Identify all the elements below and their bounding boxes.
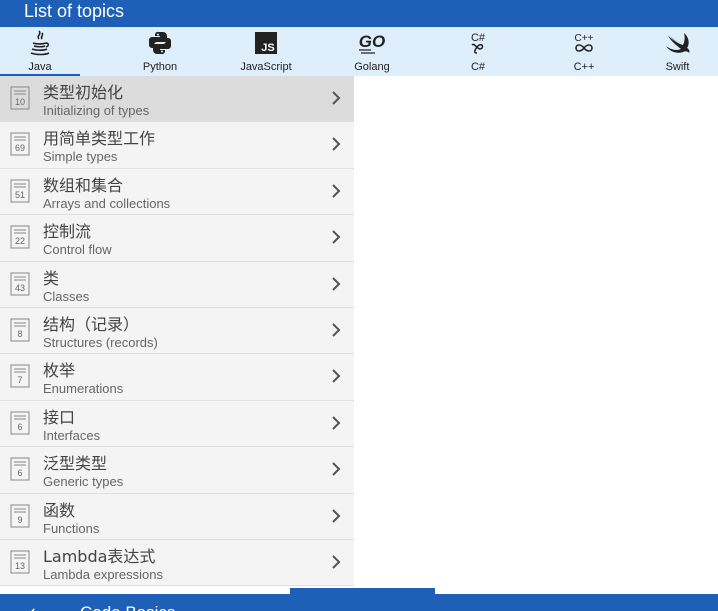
topic-count: 6 <box>17 468 23 479</box>
topic-title-en: Interfaces <box>43 427 101 443</box>
list-item[interactable]: 7 枚举 Enumerations <box>0 354 354 401</box>
topic-title-zh: 类 <box>43 268 60 288</box>
list-item[interactable]: 8 结构（记录） Structures (records) <box>0 307 354 355</box>
document-icon: 51 <box>10 179 30 203</box>
list-item[interactable]: 6 接口 Interfaces <box>0 400 354 448</box>
topic-count: 43 <box>14 282 25 293</box>
topic-title-en: Classes <box>43 288 90 304</box>
topic-title-zh: 结构（记录） <box>43 314 140 334</box>
document-icon: 43 <box>10 272 30 296</box>
tab-golang[interactable]: GO Golang <box>319 27 425 76</box>
topic-count: 22 <box>14 236 25 247</box>
topic-title-zh: 泛型类型 <box>43 454 108 474</box>
app-name: Code Basics <box>80 603 175 611</box>
topic-count: 51 <box>14 189 25 200</box>
chevron-right-icon <box>330 322 342 338</box>
topic-count: 7 <box>17 375 23 386</box>
topic-title-zh: 枚举 <box>43 361 76 381</box>
topic-title-en: Functions <box>43 520 100 536</box>
document-icon: 10 <box>10 86 30 110</box>
topic-title-en: Control flow <box>43 242 112 258</box>
tab-cpp[interactable]: C++ C++ <box>531 27 637 76</box>
topic-title-en: Lambda expressions <box>43 566 163 582</box>
back-arrow-icon[interactable]: ← <box>30 602 43 611</box>
svg-text:GO: GO <box>359 32 385 51</box>
tab-swift[interactable]: Swift <box>637 27 718 76</box>
chevron-right-icon <box>330 461 342 477</box>
document-icon: 6 <box>10 457 30 481</box>
topic-title-zh: 函数 <box>43 500 76 520</box>
document-icon: 7 <box>10 364 30 388</box>
topic-title-zh: 类型初始化 <box>43 83 124 102</box>
list-item[interactable]: 6 泛型类型 Generic types <box>0 447 354 494</box>
golang-icon: GO <box>319 29 425 57</box>
chevron-right-icon <box>330 276 342 292</box>
topic-list: 10 类型初始化 Initializing of types 69 用简单类型工… <box>0 76 354 587</box>
chevron-right-icon <box>330 90 342 106</box>
chevron-right-icon <box>330 136 342 152</box>
language-tabs: Java Python JS JavaScript GO Golang C# C… <box>0 27 718 76</box>
tab-label: C# <box>470 61 486 73</box>
list-item[interactable]: 43 类 Classes <box>0 261 354 308</box>
java-icon <box>0 29 80 57</box>
topic-title-en: Generic types <box>43 474 124 490</box>
page-title: List of topics <box>24 1 125 21</box>
bottom-app-bar: ← Code Basics <box>0 594 718 611</box>
topic-title-zh: 控制流 <box>43 222 92 242</box>
python-icon <box>107 29 213 57</box>
chevron-right-icon <box>330 415 342 431</box>
chevron-right-icon <box>330 508 342 524</box>
topic-title-en: Simple types <box>43 149 118 165</box>
list-item[interactable]: 10 类型初始化 Initializing of types <box>0 76 354 123</box>
topic-title-en: Arrays and collections <box>43 195 171 211</box>
csharp-icon: C# <box>425 29 531 57</box>
topic-title-zh: 接口 <box>43 407 76 427</box>
list-item[interactable]: 51 数组和集合 Arrays and collections <box>0 168 354 216</box>
list-item[interactable]: 22 控制流 Control flow <box>0 215 354 262</box>
tab-java[interactable]: Java <box>0 27 80 76</box>
topic-title-zh: Lambda表达式 <box>43 546 156 566</box>
list-item[interactable]: 13 Lambda表达式 Lambda expressions <box>0 539 354 587</box>
topic-title-en: Initializing of types <box>43 103 150 118</box>
topic-count: 6 <box>17 421 23 432</box>
topic-count: 69 <box>14 143 25 154</box>
chevron-right-icon <box>330 554 342 570</box>
tab-label: C++ <box>573 61 595 73</box>
document-icon: 8 <box>10 318 30 342</box>
top-app-bar: List of topics <box>0 0 718 27</box>
document-icon: 13 <box>10 550 30 574</box>
tab-python[interactable]: Python <box>107 27 213 76</box>
tab-label: Java <box>28 61 52 73</box>
tab-label: JavaScript <box>240 61 292 73</box>
svg-text:C#: C# <box>471 32 486 44</box>
list-item[interactable]: 69 用简单类型工作 Simple types <box>0 122 354 169</box>
tab-csharp[interactable]: C# C# <box>425 27 531 76</box>
topic-count: 10 <box>14 97 25 107</box>
topic-count: 13 <box>14 560 25 571</box>
topic-title-zh: 数组和集合 <box>43 175 124 195</box>
svg-text:C++: C++ <box>575 33 594 44</box>
topic-count: 9 <box>17 514 23 525</box>
document-icon: 69 <box>10 132 30 156</box>
javascript-icon: JS <box>213 29 319 57</box>
cpp-icon: C++ <box>531 29 637 57</box>
swift-icon <box>637 29 718 57</box>
tab-javascript[interactable]: JS JavaScript <box>213 27 319 76</box>
document-icon: 9 <box>10 504 30 528</box>
chevron-right-icon <box>330 229 342 245</box>
document-icon: 22 <box>10 225 30 249</box>
list-item[interactable]: 9 函数 Functions <box>0 493 354 540</box>
tab-label: Swift <box>665 61 690 73</box>
tab-label: Golang <box>354 61 390 73</box>
chevron-right-icon <box>330 368 342 384</box>
topic-title-en: Structures (records) <box>43 334 158 350</box>
topic-title-zh: 用简单类型工作 <box>43 129 156 149</box>
tab-label: Python <box>142 61 178 73</box>
document-icon: 6 <box>10 411 30 435</box>
svg-text:JS: JS <box>261 42 274 54</box>
topic-title-en: Enumerations <box>43 381 124 397</box>
chevron-right-icon <box>330 183 342 199</box>
topic-count: 8 <box>17 328 23 339</box>
